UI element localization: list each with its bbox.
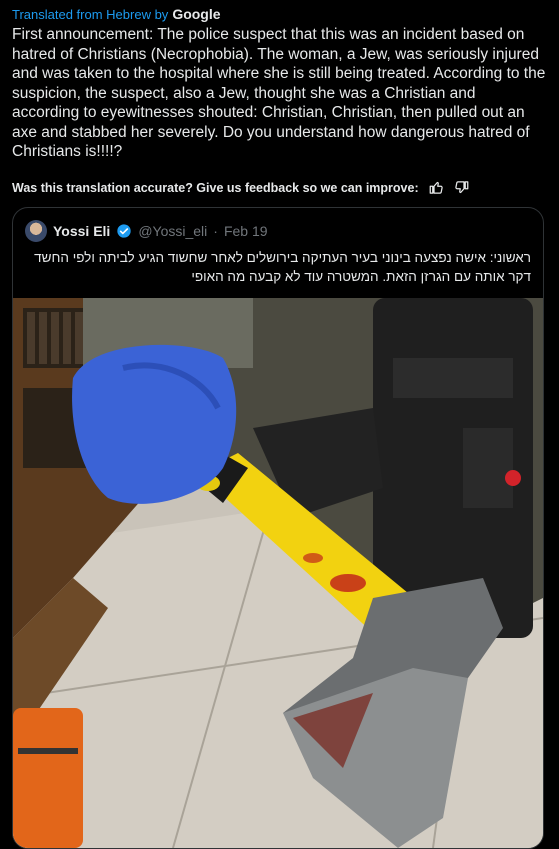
quote-header: Yossi Eli @Yossi_eli · Feb 19 [25, 220, 268, 242]
quote-text: ראשוני: אישה נפצעה בינוני בעיר העתיקה בי… [34, 250, 531, 284]
tweet-text: First announcement: The police suspect t… [12, 26, 546, 160]
post-date[interactable]: Feb 19 [224, 223, 268, 239]
author-name[interactable]: Yossi Eli [53, 223, 110, 239]
thumbs-up-icon[interactable] [429, 180, 444, 195]
thumbs-down-icon[interactable] [454, 180, 469, 195]
translation-prefix: Translated from Hebrew by [12, 6, 169, 22]
avatar[interactable] [25, 220, 47, 242]
translation-attribution[interactable]: Translated from Hebrew by Google [12, 6, 221, 22]
separator-dot: · [213, 223, 218, 239]
photo-axe-scene [13, 298, 543, 848]
quoted-tweet[interactable]: Yossi Eli @Yossi_eli · Feb 19 ראשוני: אי… [12, 207, 544, 849]
feedback-question: Was this translation accurate? Give us f… [12, 180, 419, 195]
verified-badge-icon [117, 224, 131, 238]
author-handle[interactable]: @Yossi_eli [138, 223, 207, 239]
google-logo: Google [172, 6, 221, 22]
attached-photo[interactable] [13, 298, 543, 848]
translation-feedback: Was this translation accurate? Give us f… [12, 180, 547, 195]
